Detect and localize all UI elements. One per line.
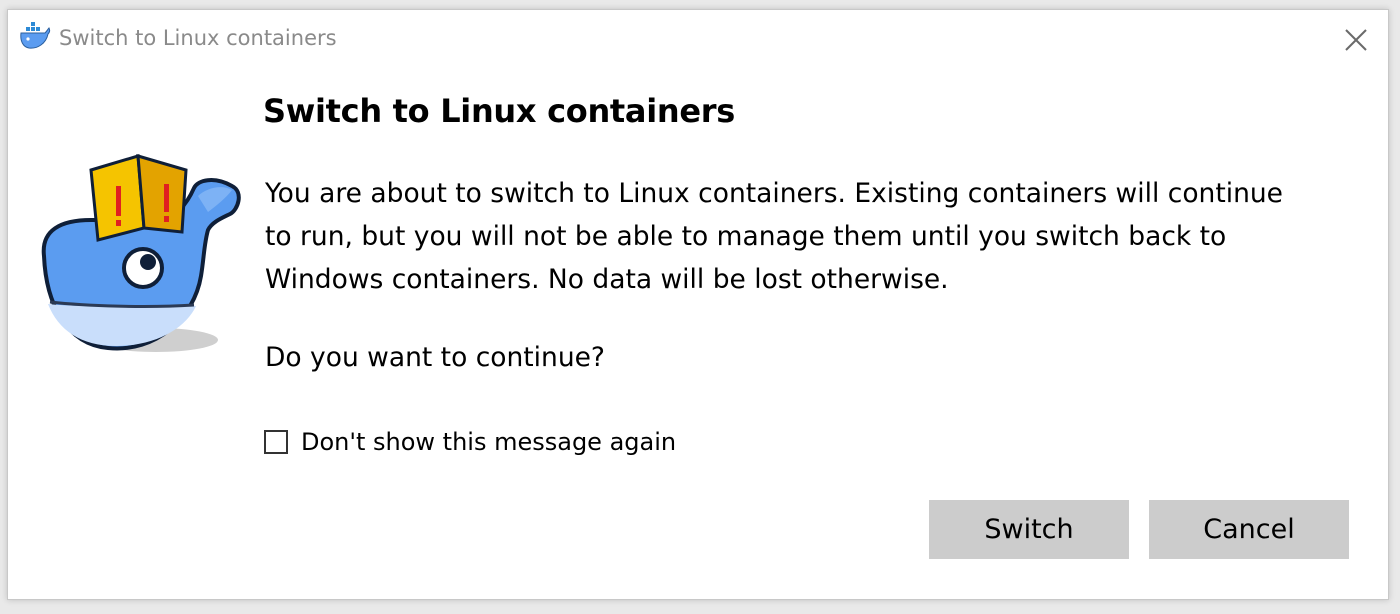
dialog-question: Do you want to continue? xyxy=(265,342,605,373)
cancel-button[interactable]: Cancel xyxy=(1149,500,1349,559)
title-bar: Switch to Linux containers xyxy=(8,10,1388,68)
switch-button[interactable]: Switch xyxy=(929,500,1129,559)
docker-whale-icon xyxy=(19,22,51,50)
dialog-message: You are about to switch to Linux contain… xyxy=(265,172,1355,301)
dialog-window: Switch to Linux containers Switch to Lin… xyxy=(7,9,1389,600)
close-icon xyxy=(1345,29,1367,51)
checkbox-label[interactable]: Don't show this message again xyxy=(301,428,676,456)
message-line: Windows containers. No data will be lost… xyxy=(265,264,949,295)
close-button[interactable] xyxy=(1338,22,1374,58)
dialog-heading: Switch to Linux containers xyxy=(263,92,735,130)
dont-show-again-checkbox[interactable] xyxy=(264,430,288,454)
docker-whale-illustration xyxy=(36,148,266,366)
window-title: Switch to Linux containers xyxy=(59,26,337,50)
dont-show-again-option[interactable]: Don't show this message again xyxy=(264,426,676,458)
message-line: You are about to switch to Linux contain… xyxy=(265,178,1283,209)
message-line: to run, but you will not be able to mana… xyxy=(265,221,1227,252)
